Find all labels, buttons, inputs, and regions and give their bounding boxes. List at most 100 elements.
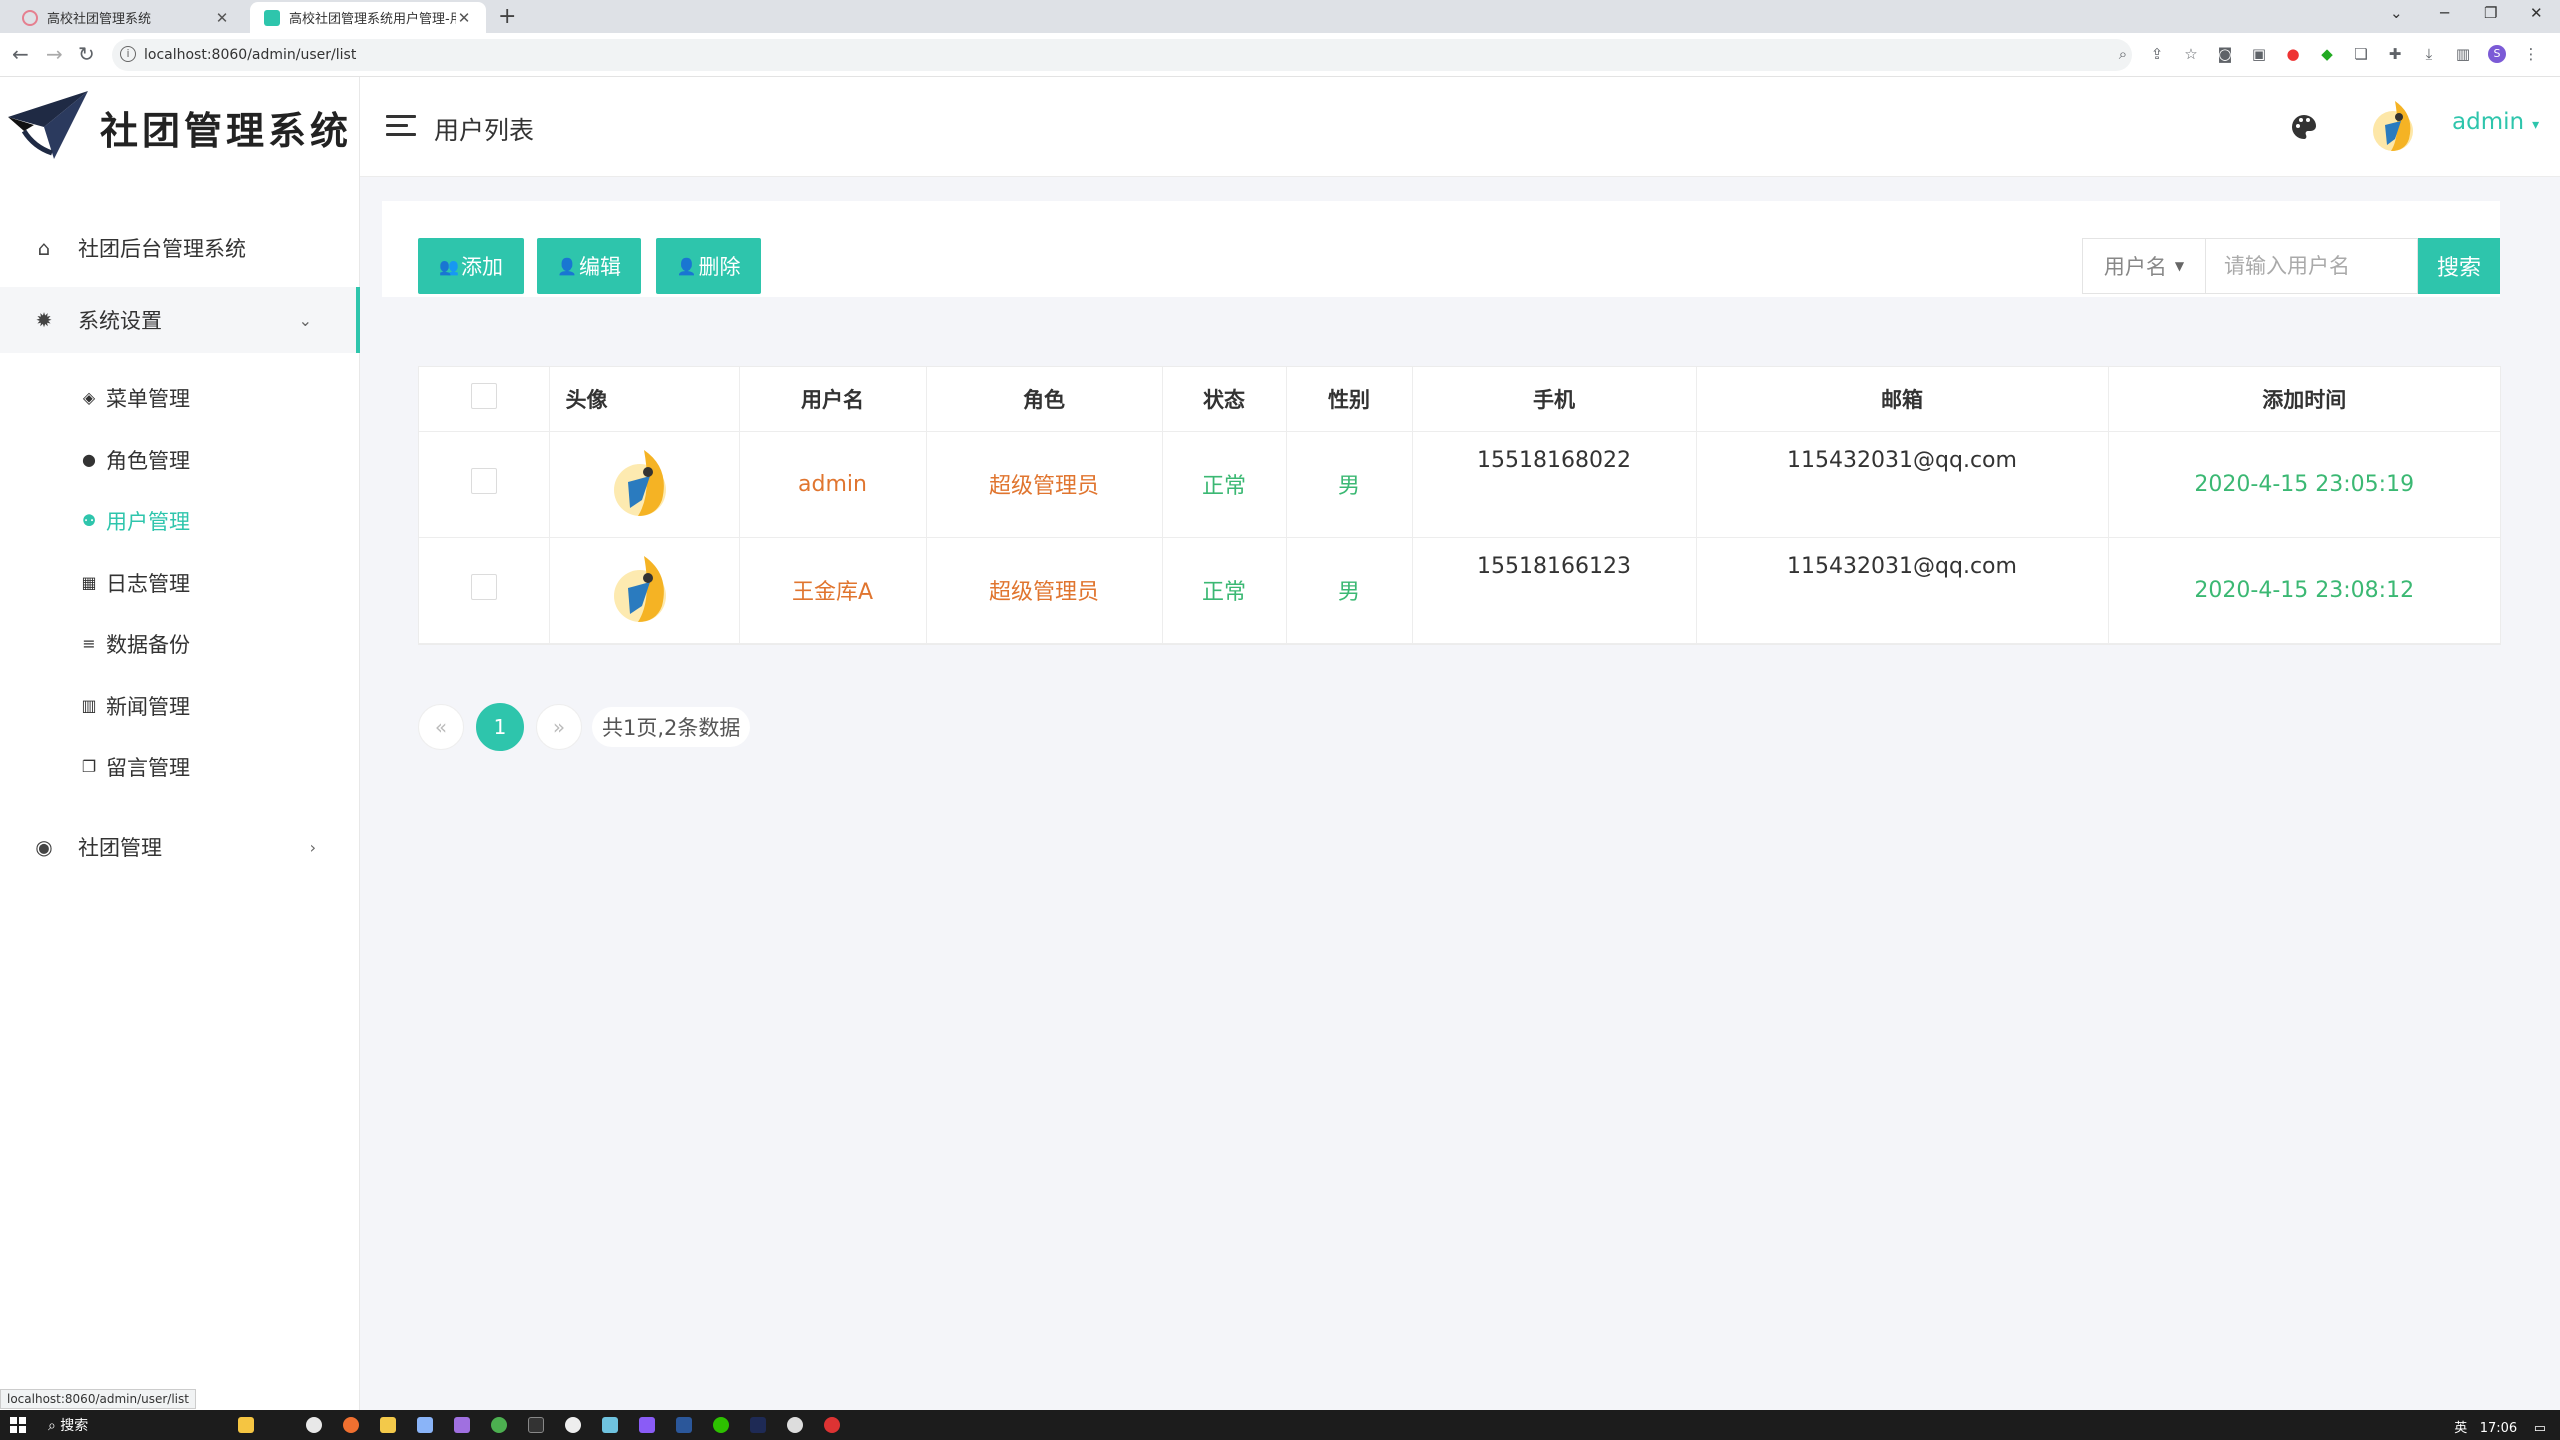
app-icon[interactable] [454, 1417, 470, 1433]
sidebar-item-menus[interactable]: ◈ 菜单管理 [0, 368, 360, 428]
close-window-icon[interactable]: ✕ [2530, 4, 2543, 22]
url-field[interactable]: i localhost:8060/admin/user/list [112, 39, 2132, 71]
select-all-checkbox[interactable] [470, 383, 497, 410]
tab-search-icon[interactable]: ⌄ [2390, 4, 2403, 22]
firefox-icon[interactable] [343, 1417, 359, 1433]
username-cell: 王金库A [739, 537, 927, 644]
sidebar-item-label: 数据备份 [106, 633, 190, 657]
url-text: localhost:8060/admin/user/list [144, 47, 357, 63]
windows-start-icon[interactable] [10, 1417, 26, 1433]
system-tray[interactable]: 英 17:06 ▭ [2454, 1417, 2546, 1436]
table-row[interactable]: admin 超级管理员 正常 男 15518168022 115432031@q… [419, 431, 2500, 538]
tab-title: 高校社团管理系统 [47, 12, 152, 27]
forward-icon[interactable]: → [46, 42, 63, 66]
search-field-select[interactable]: 用户名 ▼ [2082, 238, 2206, 294]
sidebar-item-settings[interactable]: ✹ 系统设置 ⌄ [0, 287, 360, 353]
page-button-current[interactable]: 1 [476, 703, 524, 751]
pagination: « 1 » 共1页,2条数据 [418, 703, 751, 751]
sidebar-item-roles[interactable]: ● 角色管理 [0, 430, 360, 490]
site-favicon-icon [264, 9, 280, 26]
user-avatar[interactable] [2365, 95, 2427, 157]
chat-icon[interactable] [565, 1417, 581, 1433]
menu-kebab-icon[interactable]: ⋮ [2522, 45, 2540, 63]
user-menu[interactable]: admin ▾ [2452, 109, 2539, 135]
image-icon[interactable]: ▣ [2250, 45, 2268, 63]
extension-icon[interactable]: ◆ [2318, 45, 2336, 63]
address-bar: ← → ↻ i localhost:8060/admin/user/list ⌕… [0, 33, 2560, 77]
browser-icon[interactable] [491, 1417, 507, 1433]
file-explorer-icon[interactable] [380, 1417, 396, 1433]
download-icon[interactable]: ⤓ [2420, 45, 2438, 63]
wechat-icon[interactable] [713, 1417, 729, 1433]
search-input[interactable] [2206, 238, 2418, 294]
row-checkbox[interactable] [470, 574, 497, 600]
puzzle-icon[interactable]: ✚ [2386, 45, 2404, 63]
site-info-icon[interactable]: i [120, 46, 136, 62]
terminal-icon[interactable] [528, 1417, 544, 1433]
ide-icon[interactable] [750, 1417, 766, 1433]
sidebar-item-label: 新闻管理 [106, 695, 190, 719]
search-group: 用户名 ▼ 搜索 [2082, 238, 2500, 294]
sidebar-item-dashboard[interactable]: ⌂ 社团后台管理系统 [0, 215, 360, 281]
gender-cell: 男 [1286, 431, 1413, 538]
taskbar-widget-icon[interactable] [238, 1417, 254, 1433]
sidebar-item-label: 社团后台管理系统 [78, 237, 246, 261]
shield-icon[interactable]: ● [2284, 45, 2302, 63]
delete-button[interactable]: 👤 删除 [656, 238, 761, 294]
column-header: 添加时间 [2108, 367, 2500, 432]
back-icon[interactable]: ← [12, 42, 29, 66]
sidebar-item-backup[interactable]: ≡ 数据备份 [0, 614, 360, 674]
taskbar-search[interactable]: ⌕ 搜索 [48, 1415, 88, 1435]
menu-toggle-icon[interactable] [386, 115, 416, 137]
user-name: admin [2452, 109, 2525, 135]
pagination-info: 共1页,2条数据 [592, 707, 751, 747]
sidebar-item-news[interactable]: ▥ 新闻管理 [0, 676, 360, 736]
bookmark-star-icon[interactable]: ☆ [2182, 45, 2200, 63]
word-icon[interactable] [676, 1417, 692, 1433]
sidebar-item-users[interactable]: ⚉ 用户管理 [0, 491, 360, 551]
column-header: 用户名 [739, 367, 927, 432]
close-tab-icon[interactable]: ✕ [214, 9, 230, 27]
browser-tab-2[interactable]: 高校社团管理系统用户管理-用户 ✕ [250, 2, 486, 33]
profile-avatar[interactable]: S [2488, 45, 2506, 63]
toolbar-card: 👥添加 👤编辑 👤删除 用户名▼ 搜索 [382, 201, 2500, 297]
notepad-icon[interactable] [602, 1417, 618, 1433]
next-page-button[interactable]: » [536, 704, 582, 750]
user-icon: ● [82, 450, 96, 469]
minimize-icon[interactable]: ─ [2440, 4, 2449, 22]
user-table: 头像 用户名 角色 状态 性别 手机 邮箱 添加时间 admin 超级管理员 正… [418, 366, 2501, 645]
editor-icon[interactable] [639, 1417, 655, 1433]
sidepanel-icon[interactable]: ▥ [2454, 45, 2472, 63]
palette-icon[interactable] [2290, 113, 2318, 141]
sidebar-item-logs[interactable]: ▦ 日志管理 [0, 553, 360, 613]
edit-button[interactable]: 👤 编辑 [537, 238, 641, 294]
search-button[interactable]: 搜索 [2418, 238, 2500, 294]
camera-icon[interactable]: ◙ [2216, 45, 2234, 63]
add-button[interactable]: 👥 添加 [418, 238, 524, 294]
column-header: 角色 [926, 367, 1163, 432]
created-cell: 2020-4-15 23:05:19 [2108, 431, 2500, 538]
table-row[interactable]: 王金库A 超级管理员 正常 男 15518166123 115432031@qq… [419, 537, 2500, 644]
copy-icon[interactable]: ❏ [2352, 45, 2370, 63]
app-logo[interactable]: 社团管理系统 [0, 77, 360, 177]
column-header: 邮箱 [1696, 367, 2109, 432]
restore-icon[interactable]: ❐ [2484, 4, 2497, 22]
browser-tab-1[interactable]: 高校社团管理系统 ✕ [8, 2, 244, 33]
role-cell: 超级管理员 [926, 537, 1163, 644]
avatar-cell [549, 431, 740, 538]
role-cell: 超级管理员 [926, 431, 1163, 538]
record-icon[interactable] [824, 1417, 840, 1433]
zoom-icon[interactable]: ⌕ [2114, 45, 2132, 63]
caret-down-icon: ▾ [2532, 117, 2540, 133]
chrome-icon[interactable] [306, 1417, 322, 1433]
prev-page-button[interactable]: « [418, 704, 464, 750]
store-icon[interactable] [417, 1417, 433, 1433]
new-tab-icon[interactable]: + [498, 4, 516, 29]
sidebar-item-clubs[interactable]: ◉ 社团管理 › [0, 814, 360, 880]
app-icon[interactable] [787, 1417, 803, 1433]
sidebar-item-messages[interactable]: ❐ 留言管理 [0, 737, 360, 797]
reload-icon[interactable]: ↻ [78, 42, 95, 66]
row-checkbox[interactable] [470, 468, 497, 494]
close-tab-icon[interactable]: ✕ [456, 9, 472, 27]
share-icon[interactable]: ⇪ [2148, 45, 2166, 63]
